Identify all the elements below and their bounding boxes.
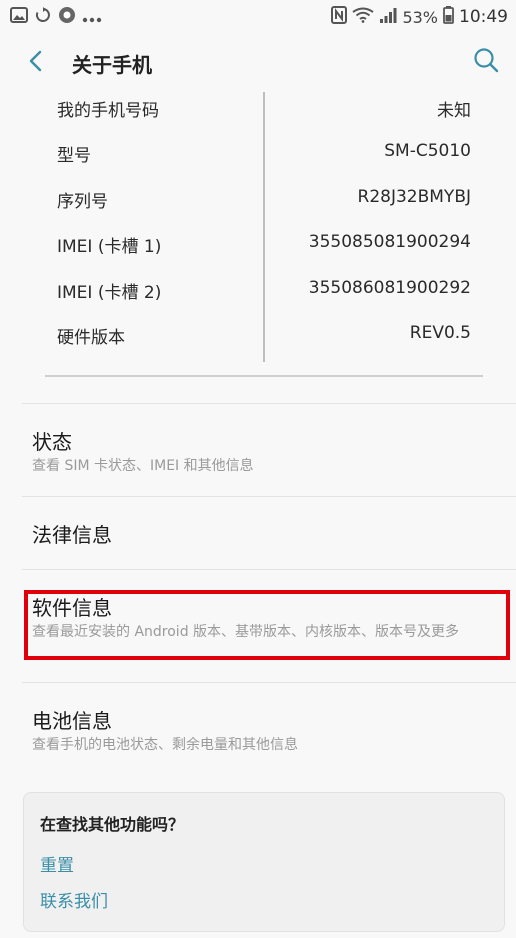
info-value: 355086081900292 (308, 278, 471, 298)
page-title: 关于手机 (72, 53, 152, 77)
more-icon (82, 8, 102, 27)
signal-icon (379, 7, 397, 27)
sync-icon (34, 6, 52, 28)
settings-app-icon (58, 6, 76, 28)
menu-item-subtitle: 查看手机的电池状态、剩余电量和其他信息 (32, 737, 298, 753)
status-bar-right: 53% 10:49 (331, 6, 508, 28)
info-label: IMEI (卡槽 2) (57, 283, 162, 303)
image-icon (10, 7, 28, 27)
reset-link[interactable]: 重置 (40, 851, 74, 876)
info-value: REV0.5 (409, 323, 471, 343)
info-bottom-divider (45, 375, 483, 377)
suggestion-card: 在查找其他功能吗？ 重置 联系我们 (23, 792, 505, 932)
contact-us-link[interactable]: 联系我们 (40, 887, 108, 912)
search-icon (473, 47, 499, 77)
info-row-imei-1: IMEI (卡槽 1) 355085081900294 (0, 228, 516, 274)
info-row-phone-number: 我的手机号码 未知 (0, 92, 516, 138)
menu-item-battery[interactable]: 电池信息 查看手机的电池状态、剩余电量和其他信息 (0, 683, 516, 775)
menu-item-title: 电池信息 (32, 709, 112, 733)
info-label: 型号 (57, 146, 91, 166)
info-label: 序列号 (57, 192, 108, 212)
menu-item-legal[interactable]: 法律信息 (0, 497, 516, 569)
info-value: 355085081900294 (308, 232, 471, 252)
card-title: 在查找其他功能吗？ (40, 815, 185, 834)
wifi-icon (352, 7, 375, 27)
search-button[interactable] (470, 46, 502, 78)
info-row-serial: 序列号 R28J32BMYBJ (0, 183, 516, 229)
menu-item-status[interactable]: 状态 查看 SIM 卡状态、IMEI 和其他信息 (0, 404, 516, 496)
menu-item-title: 法律信息 (32, 523, 112, 547)
battery-icon (443, 6, 454, 28)
status-bar: 53% 10:49 (0, 0, 516, 34)
info-row-hardware-version: 硬件版本 REV0.5 (0, 319, 516, 365)
info-label: IMEI (卡槽 1) (57, 237, 162, 257)
info-value: SM-C5010 (384, 141, 471, 161)
back-button[interactable] (20, 48, 50, 78)
menu-item-subtitle: 查看 SIM 卡状态、IMEI 和其他信息 (32, 458, 254, 474)
info-label: 我的手机号码 (57, 101, 159, 121)
chevron-left-icon (28, 50, 42, 76)
battery-percent: 53% (402, 7, 438, 27)
device-info-table: 我的手机号码 未知 型号 SM-C5010 序列号 R28J32BMYBJ IM… (0, 92, 516, 364)
info-row-imei-2: IMEI (卡槽 2) 355086081900292 (0, 274, 516, 320)
status-bar-left (10, 6, 102, 28)
highlight-box (24, 590, 510, 660)
menu-item-title: 状态 (32, 430, 72, 454)
info-value: 未知 (437, 101, 471, 121)
info-row-model: 型号 SM-C5010 (0, 137, 516, 183)
info-value: R28J32BMYBJ (357, 187, 471, 207)
info-vertical-divider (263, 92, 265, 362)
info-label: 硬件版本 (57, 328, 125, 348)
app-bar: 关于手机 (0, 34, 516, 92)
clock-time: 10:49 (459, 7, 508, 27)
nfc-icon (331, 6, 348, 28)
